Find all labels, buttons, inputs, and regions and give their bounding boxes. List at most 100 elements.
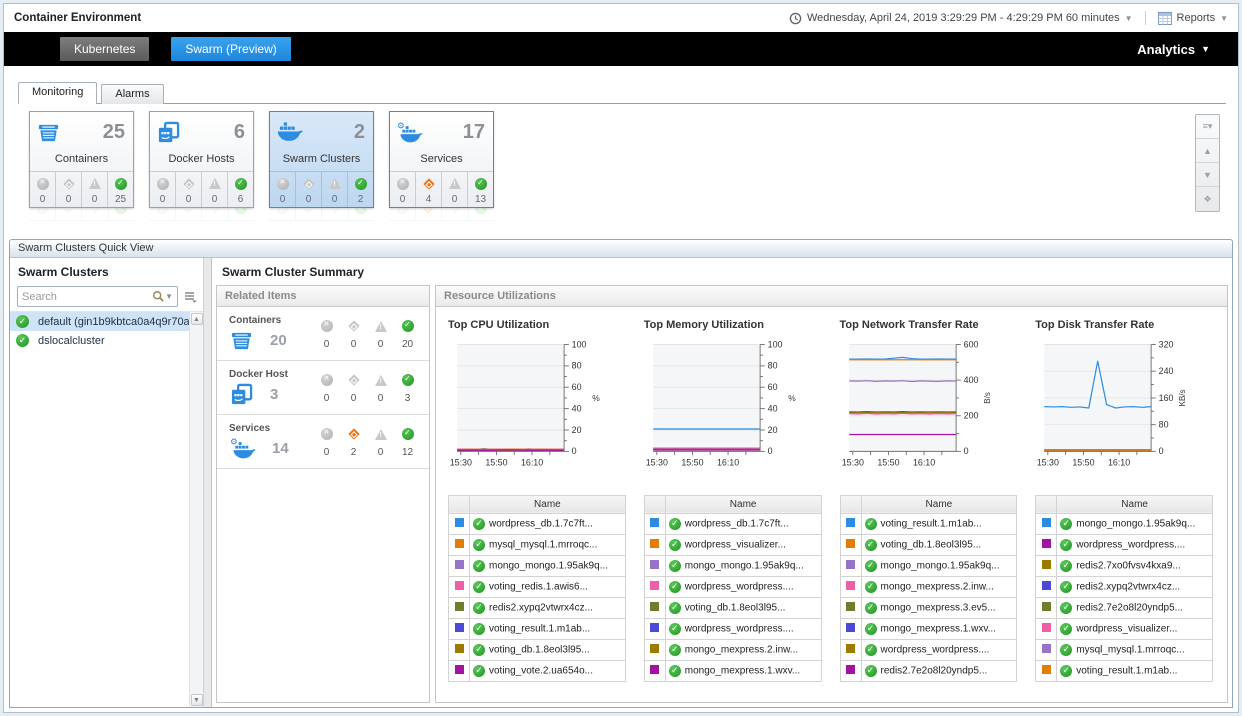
chart-canvas[interactable]: 02040608010015:3015:5016:10%	[446, 337, 630, 483]
legend-swatch-cell	[449, 513, 470, 534]
scroll-up-icon[interactable]: ▲	[1196, 139, 1219, 163]
status-count: 4	[416, 194, 441, 205]
svg-text:15:30: 15:30	[645, 457, 667, 467]
search-box: ▼	[17, 286, 178, 307]
table-row[interactable]: ✓voting_result.1.m1ab...	[840, 513, 1017, 534]
status-cell-warning: !0	[367, 318, 394, 350]
status-cell-normal: ✓6	[228, 172, 253, 207]
table-row[interactable]: ✓mongo_mexpress.2.inw...	[644, 639, 821, 660]
table-row[interactable]: ✓redis2.xypq2vtwrx4cz...	[449, 597, 626, 618]
table-row[interactable]: ✓mongo_mexpress.1.wxv...	[644, 660, 821, 681]
clusters-panel-title: Swarm Clusters	[10, 258, 203, 284]
fatal-status-icon: ✕	[36, 208, 48, 214]
table-row[interactable]: ✓voting_db.1.8eol3l95...	[644, 597, 821, 618]
timerange-selector[interactable]: Wednesday, April 24, 2019 3:29:29 PM - 4…	[807, 12, 1120, 24]
sort-icon[interactable]: ❖	[1196, 187, 1219, 211]
series-name: wordpress_visualizer...	[685, 539, 786, 550]
scroll-down-icon[interactable]: ▼	[191, 694, 203, 706]
svg-text:15:50: 15:50	[1073, 457, 1095, 467]
tile-top-row: 2	[270, 112, 373, 148]
tab-alarms[interactable]: Alarms	[101, 84, 163, 104]
series-color-swatch	[1042, 518, 1051, 527]
table-row[interactable]: ✓mongo_mexpress.1.wxv...	[840, 618, 1017, 639]
tile-swarm-clusters[interactable]: 2Swarm Clusters✕00!0✓2✕00!0✓2	[269, 111, 374, 221]
table-row[interactable]: ✓wordpress_visualizer...	[1036, 618, 1213, 639]
tab-monitoring[interactable]: Monitoring	[18, 82, 97, 104]
legend-swatch-cell	[1036, 513, 1057, 534]
normal-status-icon: ✓	[475, 178, 487, 190]
table-row[interactable]: ✓voting_result.1.m1ab...	[449, 618, 626, 639]
list-item-dslocalclust[interactable]: ✓dslocalcluster	[10, 331, 189, 350]
table-row[interactable]: ✓voting_db.1.8eol3l95...	[449, 639, 626, 660]
legend-name-header: Name	[665, 495, 821, 513]
chart-canvas[interactable]: 08016024032015:3015:5016:10KB/s	[1033, 337, 1217, 483]
resource-utilizations-panel: Resource Utilizations Top CPU Utilizatio…	[435, 285, 1228, 703]
tile-status-footer: ✕00!0✓2	[269, 208, 374, 221]
table-row[interactable]: ✓redis2.7xo0fvsv4kxa9...	[1036, 555, 1213, 576]
normal-status-icon: ✓	[473, 518, 485, 530]
table-row[interactable]: ✓voting_db.1.8eol3l95...	[840, 534, 1017, 555]
table-row[interactable]: ✓wordpress_wordpress....	[1036, 534, 1213, 555]
tile-containers[interactable]: 25Containers✕00!0✓25✕00!0✓25	[29, 111, 134, 221]
table-row[interactable]: ✓wordpress_db.1.7c7ft...	[644, 513, 821, 534]
table-row[interactable]: ✓mongo_mongo.1.95ak9q...	[644, 555, 821, 576]
kubernetes-button[interactable]: Kubernetes	[60, 37, 149, 61]
table-row[interactable]: ✓mongo_mexpress.2.inw...	[840, 576, 1017, 597]
resource-utilizations-title: Resource Utilizations	[436, 286, 1227, 307]
search-input[interactable]	[22, 291, 152, 303]
table-row[interactable]: ✓redis2.7e2o8l20yndp5...	[1036, 597, 1213, 618]
table-row[interactable]: ✓redis2.xypq2vtwrx4cz...	[1036, 576, 1213, 597]
table-row[interactable]: ✓mysql_mysql.1.mrroqc...	[449, 534, 626, 555]
svg-text:400: 400	[963, 375, 978, 385]
table-row[interactable]: ✓mongo_mongo.1.95ak9q...	[840, 555, 1017, 576]
tile-docker-hosts[interactable]: 6Docker Hosts✕00!0✓6✕00!0✓6	[149, 111, 254, 221]
scroll-down-icon[interactable]: ▼	[1196, 163, 1219, 187]
table-row[interactable]: ✓voting_vote.2.ua654o...	[449, 660, 626, 681]
list-options-icon[interactable]	[184, 291, 198, 303]
clusters-scrollbar[interactable]: ▲ ▼	[189, 312, 203, 707]
legend-swatch-cell	[449, 576, 470, 597]
table-row[interactable]: ✓wordpress_wordpress....	[644, 576, 821, 597]
status-cell-critical: 0	[56, 172, 82, 207]
reports-button[interactable]: Reports	[1177, 12, 1216, 24]
chart-canvas[interactable]: 020040060015:3015:5016:10B/s	[838, 337, 1022, 483]
search-options-caret-icon[interactable]: ▼	[165, 292, 173, 301]
menu-icon[interactable]: ≡▾	[1196, 115, 1219, 139]
series-color-swatch	[846, 560, 855, 569]
tile-services[interactable]: ⚙17Services✕04!0✓13✕04!0✓13	[389, 111, 494, 221]
table-row[interactable]: ✓mysql_mysql.1.mrroqc...	[1036, 639, 1213, 660]
services-icon: ⚙	[396, 121, 423, 144]
tile-reflection: ✕04!0✓13	[389, 208, 494, 221]
normal-status-icon: ✓	[115, 208, 127, 214]
reports-icon	[1158, 12, 1172, 25]
chart-canvas[interactable]: 02040608010015:3015:5016:10%	[642, 337, 826, 483]
table-row[interactable]: ✓mongo_mongo.1.95ak9q...	[1036, 513, 1213, 534]
list-item-default-gin[interactable]: ✓default (gin1b9kbtca0a4q9r70ay	[10, 312, 189, 331]
search-icon[interactable]	[152, 290, 165, 303]
reports-caret-icon[interactable]: ▼	[1220, 14, 1228, 23]
table-row[interactable]: ✓wordpress_wordpress....	[840, 639, 1017, 660]
table-row[interactable]: ✓mongo_mexpress.3.ev5...	[840, 597, 1017, 618]
critical-status-icon	[303, 178, 315, 190]
series-color-swatch	[1042, 539, 1051, 548]
tile-count: 17	[463, 121, 485, 144]
fatal-status-icon: ✕	[277, 178, 289, 190]
legend-name-cell: ✓mongo_mongo.1.95ak9q...	[470, 555, 626, 576]
table-row[interactable]: ✓wordpress_db.1.7c7ft...	[449, 513, 626, 534]
svg-text:⚙: ⚙	[397, 121, 405, 131]
legend-swatch-cell	[449, 555, 470, 576]
fatal-status-icon: ✕	[397, 178, 409, 190]
legend-swatch-cell	[840, 555, 861, 576]
table-row[interactable]: ✓mongo_mongo.1.95ak9q...	[449, 555, 626, 576]
table-row[interactable]: ✓redis2.7e2o8l20yndp5...	[840, 660, 1017, 681]
series-color-swatch	[455, 560, 464, 569]
table-row[interactable]: ✓wordpress_visualizer...	[644, 534, 821, 555]
table-row[interactable]: ✓voting_redis.1.awis6...	[449, 576, 626, 597]
panel-splitter[interactable]	[203, 258, 212, 707]
swarm-button[interactable]: Swarm (Preview)	[171, 37, 290, 61]
analytics-menu[interactable]: Analytics ▼	[1137, 42, 1210, 57]
table-row[interactable]: ✓wordpress_wordpress....	[644, 618, 821, 639]
timerange-caret-icon[interactable]: ▼	[1125, 14, 1133, 23]
table-row[interactable]: ✓voting_result.1.m1ab...	[1036, 660, 1213, 681]
scroll-up-icon[interactable]: ▲	[191, 313, 203, 325]
